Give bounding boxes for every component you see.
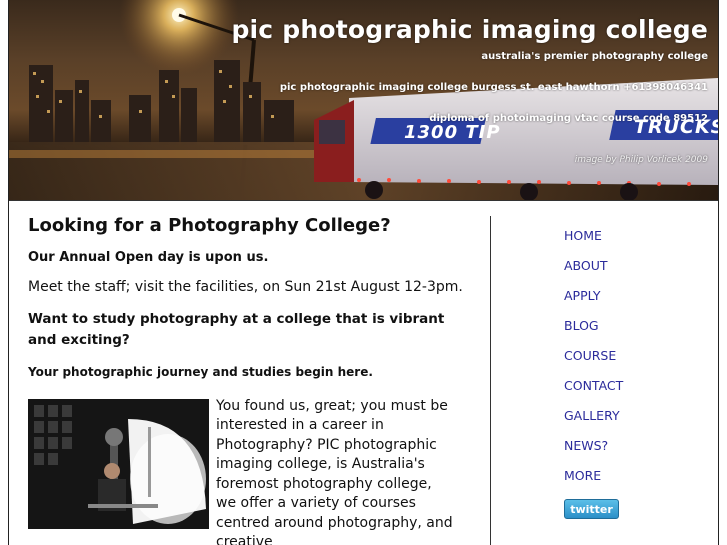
nav-contact[interactable]: CONTACT [564,377,623,407]
page-frame: pic photographic imaging college austral… [8,0,719,545]
meet-staff-text: Meet the staff; visit the facilities, on… [28,279,463,295]
nav-about[interactable]: ABOUT [564,257,623,287]
main-column: Looking for a Photography College? Our A… [28,215,468,545]
open-day-text: Our Annual Open day is upon us. [28,250,269,265]
journey-text: Your photographic journey and studies be… [28,364,373,379]
truck-text-right: TRUCKS [634,116,718,138]
nav-course[interactable]: COURSE [564,347,623,377]
nav-news[interactable]: NEWS? [564,437,623,467]
site-address: pic photographic imaging college burgess… [279,82,708,93]
nav-more[interactable]: MORE [564,467,623,497]
site-tagline: australia's premier photography college [481,51,708,62]
content-area: Looking for a Photography College? Our A… [9,200,718,545]
truck-text-left: 1300 TIP [404,122,501,143]
nav-gallery[interactable]: GALLERY [564,407,623,437]
image-credit: image by Philip Vorlicek 2009 [574,155,708,165]
twitter-button[interactable]: twitter [564,499,619,519]
study-question: Want to study photography at a college t… [28,310,445,348]
intro-section: You found us, great; you must be interes… [28,398,468,545]
nav-blog[interactable]: BLOG [564,317,623,347]
nav-apply[interactable]: APPLY [564,287,623,317]
page-heading: Looking for a Photography College? [28,215,391,236]
sidebar-nav: HOME ABOUT APPLY BLOG COURSE CONTACT GAL… [564,227,623,519]
header-banner: pic photographic imaging college austral… [9,0,718,200]
site-title: pic photographic imaging college [231,15,708,44]
column-divider [490,216,491,545]
nav-home[interactable]: HOME [564,227,623,257]
intro-paragraph: You found us, great; you must be interes… [216,397,453,545]
studio-photo [28,398,209,529]
